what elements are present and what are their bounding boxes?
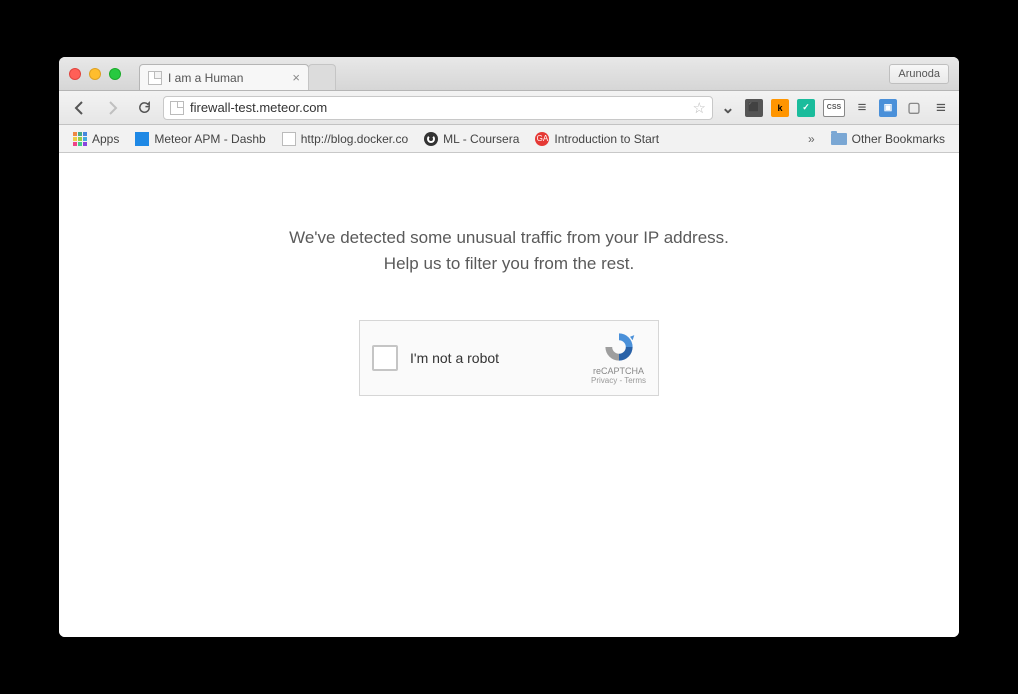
back-button[interactable] <box>67 97 93 119</box>
site-icon <box>170 101 184 115</box>
forward-button[interactable] <box>99 97 125 119</box>
bookmark-item[interactable]: GA Introduction to Start <box>529 130 665 148</box>
browser-tab[interactable]: I am a Human × <box>139 64 309 90</box>
tab-title: I am a Human <box>168 71 243 85</box>
toolbar: firewall-test.meteor.com ☆ ⌄ ⬛ k ✓ CSS ≡… <box>59 91 959 125</box>
tab-strip: I am a Human × <box>139 57 336 90</box>
bookmark-favicon: GA <box>535 132 549 146</box>
bookmarks-bar: Apps Meteor APM - Dashb http://blog.dock… <box>59 125 959 153</box>
bookmark-star-icon[interactable]: ☆ <box>693 99 706 117</box>
apps-icon <box>73 132 87 146</box>
bookmark-label: Introduction to Start <box>554 132 659 146</box>
extension-icon-2[interactable]: ▣ <box>879 99 897 117</box>
profile-button[interactable]: Arunoda <box>889 64 949 84</box>
recaptcha-widget: I'm not a robot reCAPTCHA Privacy - Term… <box>359 320 659 396</box>
recaptcha-label: I'm not a robot <box>410 350 499 366</box>
cast-icon[interactable]: ▢ <box>905 99 923 117</box>
buffer-icon[interactable]: ≡ <box>853 99 871 117</box>
bookmark-item[interactable]: Meteor APM - Dashb <box>129 130 271 148</box>
bookmark-label: ML - Coursera <box>443 132 519 146</box>
message-line-2: Help us to filter you from the rest. <box>289 251 729 277</box>
bookmark-item[interactable]: ML - Coursera <box>418 130 525 148</box>
message-line-1: We've detected some unusual traffic from… <box>289 225 729 251</box>
recaptcha-links[interactable]: Privacy - Terms <box>591 376 646 385</box>
maximize-window-button[interactable] <box>109 68 121 80</box>
window-controls <box>69 68 121 80</box>
pocket-icon[interactable]: ⌄ <box>719 99 737 117</box>
address-bar[interactable]: firewall-test.meteor.com ☆ <box>163 96 713 120</box>
new-tab-button[interactable] <box>308 64 336 90</box>
bookmarks-overflow[interactable]: » <box>802 132 821 146</box>
apps-label: Apps <box>92 132 119 146</box>
recaptcha-brand: reCAPTCHA <box>591 366 646 376</box>
kadira-icon[interactable]: k <box>771 99 789 117</box>
close-window-button[interactable] <box>69 68 81 80</box>
page-icon <box>148 71 162 85</box>
css-icon[interactable]: CSS <box>823 99 845 117</box>
recaptcha-logo-icon <box>602 330 636 364</box>
other-bookmarks-label: Other Bookmarks <box>852 132 945 146</box>
bookmark-item[interactable]: http://blog.docker.co <box>276 130 414 148</box>
check-icon[interactable]: ✓ <box>797 99 815 117</box>
bookmark-label: Meteor APM - Dashb <box>154 132 265 146</box>
detection-message: We've detected some unusual traffic from… <box>289 225 729 278</box>
titlebar: I am a Human × Arunoda <box>59 57 959 91</box>
extensions: ⌄ ⬛ k ✓ CSS ≡ ▣ ▢ ≡ <box>719 98 951 118</box>
reload-button[interactable] <box>131 97 157 119</box>
folder-icon <box>831 133 847 145</box>
minimize-window-button[interactable] <box>89 68 101 80</box>
recaptcha-checkbox[interactable] <box>372 345 398 371</box>
browser-window: I am a Human × Arunoda firewall-test.met… <box>59 57 959 637</box>
menu-icon[interactable]: ≡ <box>931 98 951 118</box>
bookmark-favicon <box>282 132 296 146</box>
bookmark-label: http://blog.docker.co <box>301 132 408 146</box>
extension-icon[interactable]: ⬛ <box>745 99 763 117</box>
url-text: firewall-test.meteor.com <box>190 100 327 115</box>
apps-shortcut[interactable]: Apps <box>67 130 125 148</box>
bookmark-favicon <box>135 132 149 146</box>
close-tab-icon[interactable]: × <box>292 71 300 84</box>
bookmark-favicon <box>424 132 438 146</box>
recaptcha-branding: reCAPTCHA Privacy - Terms <box>591 330 646 385</box>
other-bookmarks[interactable]: Other Bookmarks <box>825 130 951 148</box>
profile-name: Arunoda <box>898 68 940 80</box>
page-content: We've detected some unusual traffic from… <box>59 153 959 637</box>
